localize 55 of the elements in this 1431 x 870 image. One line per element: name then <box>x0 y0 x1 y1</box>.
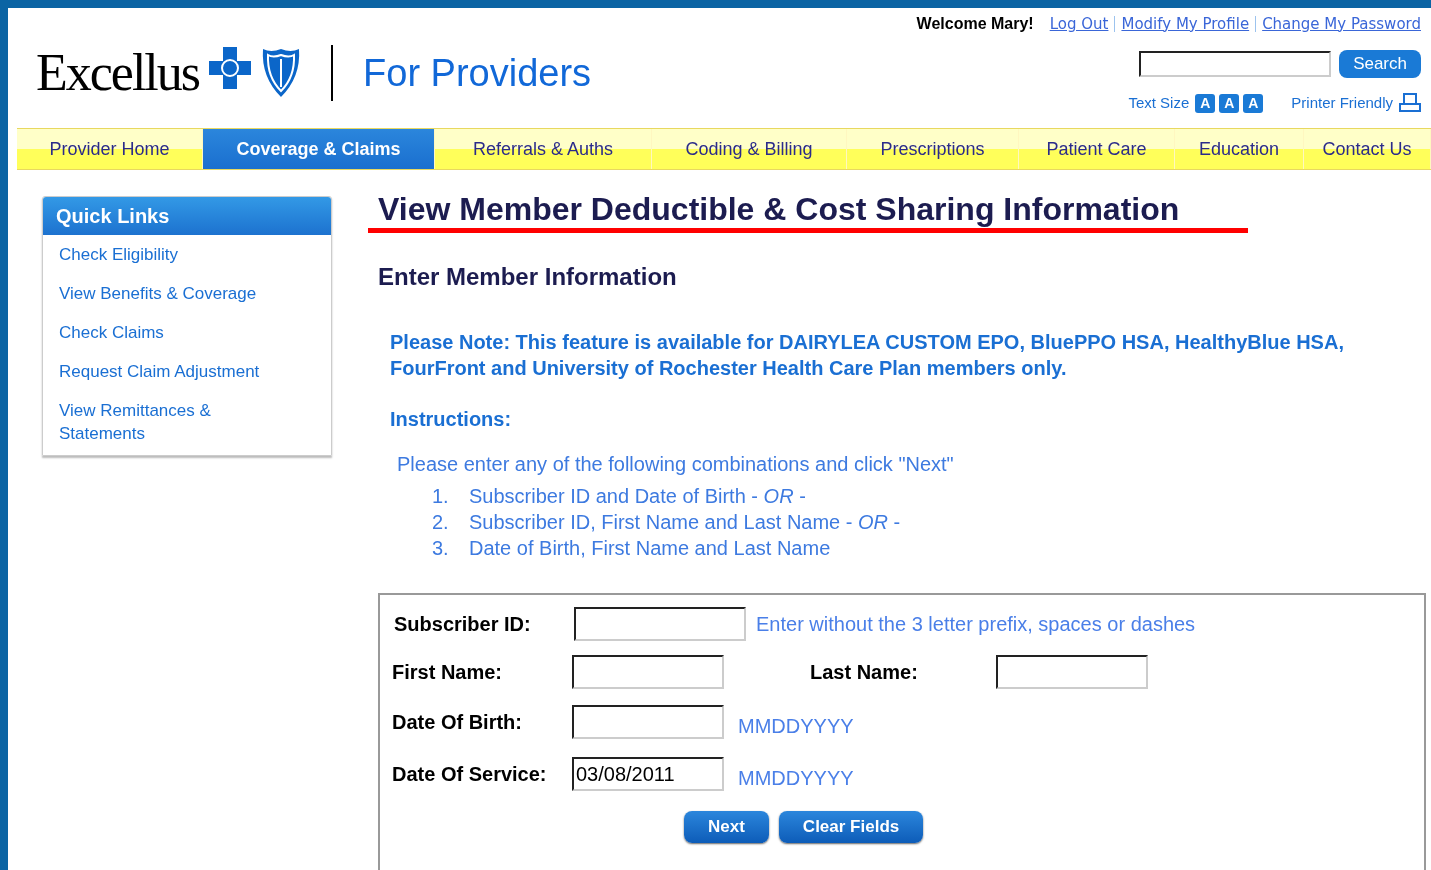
nav-tab[interactable]: Provider Home <box>17 129 203 169</box>
nav-tab[interactable]: Prescriptions <box>847 129 1019 169</box>
site-tagline: For Providers <box>363 50 592 96</box>
account-link[interactable]: Change My Password <box>1262 12 1421 36</box>
instructions-text: Please enter any of the following combinations and click "Next" <box>397 452 955 477</box>
nav-tab[interactable]: Referrals & Auths <box>435 129 652 169</box>
date-of-birth-field[interactable] <box>572 705 724 739</box>
form-button[interactable]: Clear Fields <box>778 811 924 843</box>
text-size-button[interactable]: A <box>1243 93 1264 113</box>
section-heading: Enter Member Information <box>378 263 678 291</box>
note-text: Please Note: This feature is available for DAIRYLEA CUSTOM EPO, BluePPO HSA, HealthyBlue HSA, FourFront and University of Rochester Health Care Plan members only. <box>390 330 1345 381</box>
last-name-field[interactable] <box>996 655 1148 689</box>
field-hint: MMDDYYYY <box>738 714 854 739</box>
text-size-label: Text Size <box>1128 93 1190 113</box>
field-label: Last Name: <box>810 660 919 685</box>
nav-tab[interactable]: Coding & Billing <box>652 129 847 169</box>
printer-icon[interactable] <box>1399 93 1421 114</box>
quick-links-header: Quick Links <box>43 197 331 235</box>
quick-link[interactable]: View Benefits & Coverage <box>43 274 303 313</box>
field-hint: Enter without the 3 letter prefix, spaces or dashes <box>756 612 1196 637</box>
list-number: 2. <box>432 510 450 535</box>
field-label: Date Of Service: <box>392 762 548 787</box>
account-link[interactable]: Log Out <box>1049 12 1109 36</box>
first-name-field[interactable] <box>572 655 724 689</box>
field-label: Date Of Birth: <box>392 710 523 735</box>
field-label: Subscriber ID: <box>394 612 532 637</box>
page-title: View Member Deductible & Cost Sharing Information <box>378 190 1181 228</box>
combination-text: Date of Birth, First Name and Last Name <box>469 536 831 561</box>
search-field[interactable] <box>1139 51 1332 77</box>
list-number: 3. <box>432 536 450 561</box>
quick-link[interactable]: Check Claims <box>43 313 303 352</box>
form-button[interactable]: Next <box>684 811 769 843</box>
shield-logo-icon <box>261 47 302 99</box>
text-size-button[interactable]: A <box>1219 93 1240 113</box>
logo-wordmark: Excellus <box>36 43 200 103</box>
instructions-heading: Instructions: <box>390 407 513 431</box>
field-hint: MMDDYYYY <box>738 766 854 791</box>
printer-friendly-link[interactable]: Printer Friendly <box>1291 92 1393 115</box>
nav-tab[interactable]: Contact Us <box>1304 129 1431 169</box>
list-number: 1. <box>432 484 450 509</box>
quick-link[interactable]: Check Eligibility <box>43 235 303 274</box>
welcome-text: Welcome Mary! <box>916 14 1034 34</box>
search-button[interactable]: Search <box>1339 50 1421 78</box>
nav-tab[interactable]: Patient Care <box>1019 129 1175 169</box>
combination-text: Subscriber ID, First Name and Last Name - OR - <box>469 510 901 535</box>
subscriber-id-field[interactable] <box>574 607 746 641</box>
quick-link[interactable]: Request Claim Adjustment <box>43 352 303 391</box>
combination-text: Subscriber ID and Date of Birth - OR - <box>469 484 806 509</box>
date-of-service-field[interactable]: 03/08/2011 <box>572 757 724 791</box>
nav-tab[interactable]: Education <box>1175 129 1304 169</box>
field-label: First Name: <box>392 660 504 685</box>
account-link[interactable]: Modify My Profile <box>1121 12 1250 36</box>
nav-tab[interactable]: Coverage & Claims <box>203 129 435 169</box>
text-size-button[interactable]: A <box>1195 93 1216 113</box>
quick-link[interactable]: View Remittances & Statements <box>43 391 303 453</box>
